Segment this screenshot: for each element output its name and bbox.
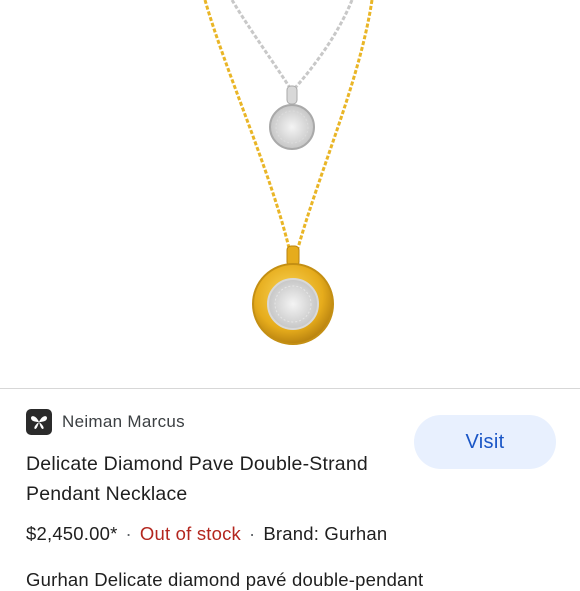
product-meta: $2,450.00* · Out of stock · Brand: Gurhan <box>26 523 387 545</box>
source-row[interactable]: Neiman Marcus <box>26 409 185 435</box>
price: $2,450.00* <box>26 523 118 544</box>
butterfly-icon <box>26 409 52 435</box>
visit-button[interactable]: Visit <box>414 415 556 469</box>
source-name: Neiman Marcus <box>62 412 185 431</box>
stock-status: Out of stock <box>139 523 241 544</box>
silver-chain <box>230 0 292 89</box>
product-description: Gurhan Delicate diamond pavé double-pend… <box>26 569 424 590</box>
separator-dot: · <box>249 523 256 544</box>
necklace-illustration <box>203 0 374 345</box>
product-image[interactable] <box>0 0 580 388</box>
product-card: Neiman Marcus Delicate Diamond Pave Doub… <box>0 389 580 590</box>
brand: Brand: Gurhan <box>263 523 388 544</box>
separator-dot: · <box>125 523 132 544</box>
product-title[interactable]: Delicate Diamond Pave Double-Strand Pend… <box>26 449 386 509</box>
silver-pendant <box>269 104 315 150</box>
